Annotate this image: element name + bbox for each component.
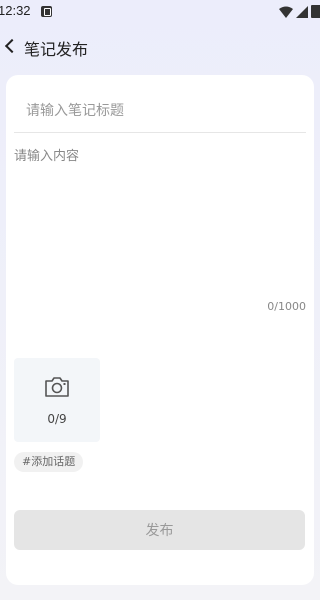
back-icon[interactable] — [2, 36, 18, 56]
divider — [14, 132, 306, 133]
status-icons — [279, 5, 320, 18]
add-photo-button[interactable]: 0/9 — [14, 358, 100, 442]
add-topic-tag[interactable]: #添加话题 — [14, 452, 84, 472]
note-form-card: 0/1000 0/9 #添加话题 发布 — [6, 75, 316, 585]
page-title: 笔记发布 — [24, 40, 89, 59]
wifi-icon — [279, 6, 293, 18]
note-title-input[interactable] — [14, 91, 316, 131]
status-bar: 12:32 — [0, 0, 320, 24]
signal-icon — [296, 5, 308, 18]
notification-icon — [41, 6, 52, 17]
status-time: 12:32 — [0, 3, 31, 18]
note-content-input[interactable] — [14, 145, 306, 295]
char-counter: 0/1000 — [267, 300, 306, 313]
publish-button[interactable]: 发布 — [14, 510, 305, 550]
camera-icon — [45, 377, 69, 397]
app-bar: 笔记发布 — [0, 30, 320, 64]
battery-icon — [311, 5, 320, 18]
photo-count: 0/9 — [47, 412, 67, 426]
